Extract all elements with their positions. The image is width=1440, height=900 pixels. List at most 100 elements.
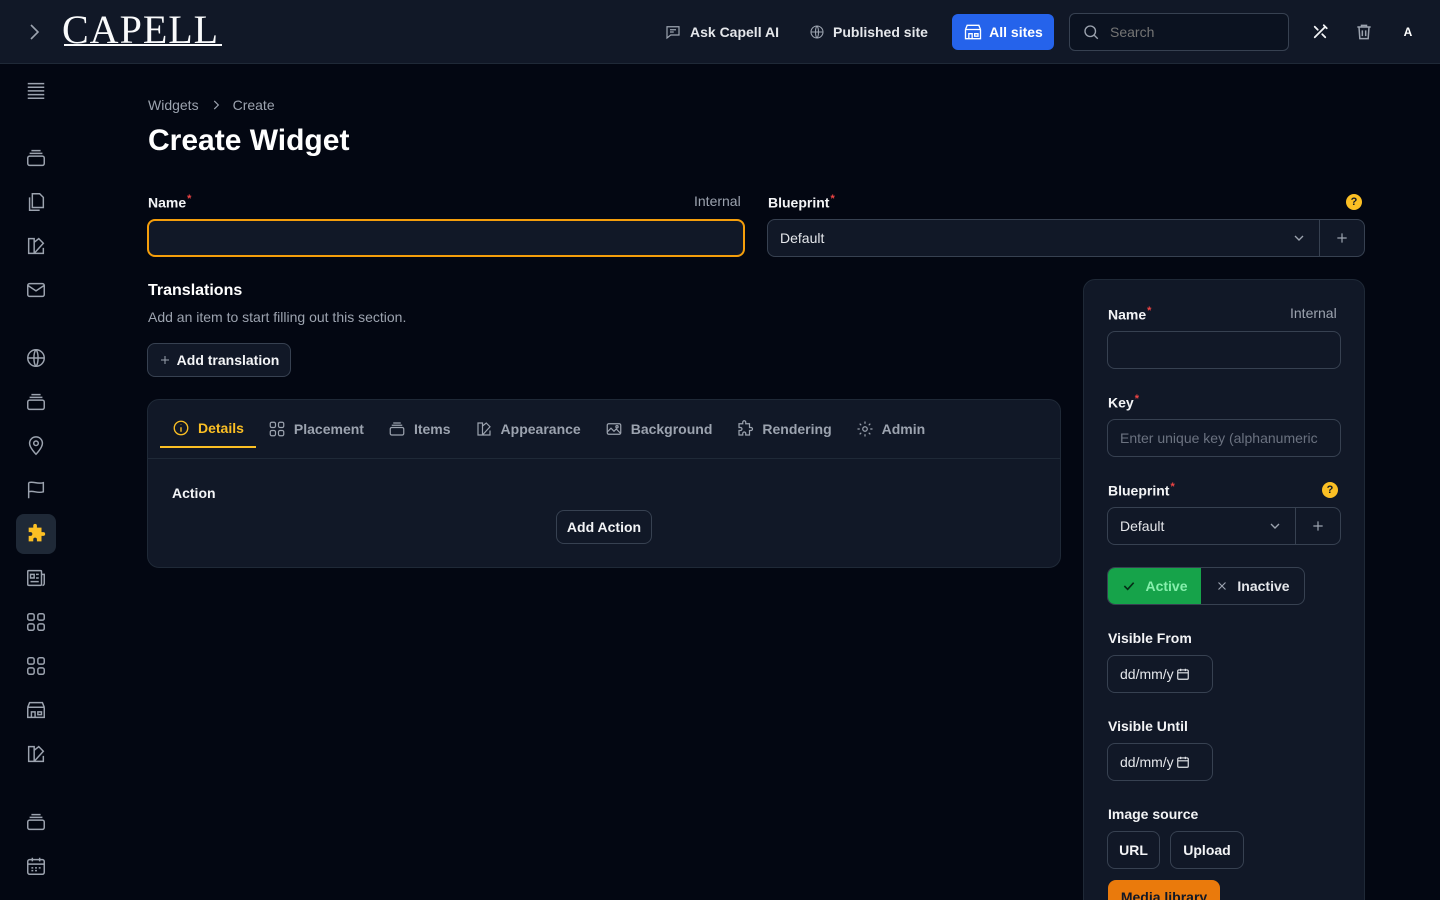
add-blueprint-button[interactable] bbox=[1295, 508, 1340, 544]
chevron-right-icon[interactable] bbox=[22, 20, 46, 44]
stack-icon[interactable] bbox=[16, 802, 56, 842]
map-pin-icon[interactable] bbox=[16, 426, 56, 466]
panel-name-input[interactable] bbox=[1107, 331, 1341, 369]
grid-icon[interactable] bbox=[16, 646, 56, 686]
date-placeholder: dd/mm/y bbox=[1120, 666, 1174, 682]
all-sites-button[interactable]: All sites bbox=[952, 14, 1054, 50]
tools-icon[interactable] bbox=[1308, 20, 1332, 44]
stack-icon[interactable] bbox=[16, 138, 56, 178]
tab-placement[interactable]: Placement bbox=[256, 410, 376, 448]
key-input[interactable] bbox=[1107, 419, 1341, 457]
name-input[interactable] bbox=[147, 219, 745, 257]
tab-label: Admin bbox=[881, 421, 926, 437]
active-label: Active bbox=[1145, 578, 1188, 594]
tab-details[interactable]: Details bbox=[160, 410, 256, 448]
tab-label: Details bbox=[198, 420, 244, 436]
puzzle-icon bbox=[736, 420, 754, 438]
trash-icon[interactable] bbox=[1352, 20, 1376, 44]
close-icon bbox=[1215, 579, 1229, 593]
visible-from-label: Visible From bbox=[1108, 630, 1192, 646]
tab-items[interactable]: Items bbox=[376, 410, 463, 448]
visible-until-label: Visible Until bbox=[1108, 718, 1188, 734]
tab-background[interactable]: Background bbox=[593, 410, 725, 448]
tab-divider bbox=[148, 458, 1060, 459]
panel-blueprint-value: Default bbox=[1120, 518, 1165, 534]
sidebar bbox=[0, 65, 72, 900]
menu-lines-icon[interactable] bbox=[16, 70, 56, 110]
documents-icon[interactable] bbox=[16, 182, 56, 222]
search-icon bbox=[1082, 23, 1100, 41]
grid-icon[interactable] bbox=[16, 602, 56, 642]
breadcrumb: Widgets Create bbox=[148, 97, 275, 113]
add-blueprint-button[interactable] bbox=[1319, 220, 1364, 256]
puzzle-icon[interactable] bbox=[16, 514, 56, 554]
key-label: Key* bbox=[1108, 393, 1139, 411]
newspaper-icon[interactable] bbox=[16, 558, 56, 598]
globe-icon bbox=[809, 24, 825, 40]
blueprint-select[interactable]: Default bbox=[767, 219, 1365, 257]
date-placeholder: dd/mm/y bbox=[1120, 754, 1174, 770]
storefront-icon[interactable] bbox=[16, 690, 56, 730]
calendar-icon[interactable] bbox=[16, 846, 56, 886]
swatch-icon[interactable] bbox=[16, 226, 56, 266]
blueprint-field-label: Blueprint* bbox=[768, 193, 835, 211]
envelope-icon[interactable] bbox=[16, 270, 56, 310]
translations-title: Translations bbox=[148, 282, 243, 299]
breadcrumb-widgets[interactable]: Widgets bbox=[148, 97, 199, 113]
add-action-button[interactable]: Add Action bbox=[556, 510, 652, 544]
name-field-hint: Internal bbox=[694, 193, 741, 209]
name-field-label: Name* bbox=[148, 193, 192, 211]
swatch-icon[interactable] bbox=[16, 734, 56, 774]
active-option[interactable]: Active bbox=[1108, 568, 1201, 604]
visible-until-input[interactable]: dd/mm/y bbox=[1107, 743, 1213, 781]
url-button[interactable]: URL bbox=[1107, 831, 1160, 869]
chevron-right-icon bbox=[209, 98, 223, 112]
published-site-label: Published site bbox=[833, 24, 928, 40]
search-input[interactable] bbox=[1110, 24, 1270, 40]
tab-label: Appearance bbox=[500, 421, 581, 437]
inactive-option[interactable]: Inactive bbox=[1201, 568, 1304, 604]
upload-button[interactable]: Upload bbox=[1170, 831, 1244, 869]
tab-rendering[interactable]: Rendering bbox=[724, 410, 843, 448]
image-source-label: Image source bbox=[1108, 806, 1199, 822]
logo-underline bbox=[64, 44, 222, 46]
panel-blueprint-select[interactable]: Default bbox=[1107, 507, 1341, 545]
search-box[interactable] bbox=[1069, 13, 1289, 51]
tab-label: Background bbox=[630, 421, 713, 437]
panel-name-label: Name* bbox=[1108, 305, 1152, 323]
upload-label: Upload bbox=[1183, 842, 1231, 858]
tab-admin[interactable]: Admin bbox=[844, 410, 938, 448]
tab-appearance[interactable]: Appearance bbox=[463, 410, 593, 448]
add-action-label: Add Action bbox=[566, 519, 642, 535]
help-icon[interactable]: ? bbox=[1322, 482, 1338, 498]
check-icon bbox=[1121, 578, 1137, 594]
tab-bar: Details Placement Items Appearance Backg… bbox=[160, 410, 937, 448]
tab-label: Placement bbox=[293, 421, 364, 437]
tab-label: Rendering bbox=[762, 421, 832, 437]
visible-from-input[interactable]: dd/mm/y bbox=[1107, 655, 1213, 693]
inactive-label: Inactive bbox=[1237, 578, 1290, 594]
translations-description: Add an item to start filling out this se… bbox=[148, 309, 407, 325]
status-toggle: Active Inactive bbox=[1107, 567, 1305, 605]
add-translation-button[interactable]: Add translation bbox=[147, 343, 291, 377]
help-icon[interactable]: ? bbox=[1346, 194, 1362, 210]
chevron-down-icon bbox=[1255, 518, 1295, 534]
stack-icon bbox=[388, 420, 406, 438]
calendar-icon[interactable] bbox=[1176, 755, 1190, 769]
ask-ai-button[interactable]: Ask Capell AI bbox=[664, 18, 779, 46]
top-bar: CAPELL Ask Capell AI Published site All … bbox=[0, 0, 1440, 64]
media-library-button[interactable]: Media library bbox=[1108, 880, 1220, 900]
image-icon bbox=[605, 420, 623, 438]
action-label: Action bbox=[172, 485, 216, 501]
ask-ai-label: Ask Capell AI bbox=[690, 24, 779, 40]
storefront-icon bbox=[963, 22, 983, 42]
globe-icon[interactable] bbox=[16, 338, 56, 378]
stack-icon[interactable] bbox=[16, 382, 56, 422]
add-translation-label: Add translation bbox=[176, 352, 280, 368]
calendar-icon[interactable] bbox=[1176, 667, 1190, 681]
url-label: URL bbox=[1119, 842, 1148, 858]
user-avatar[interactable]: A bbox=[1396, 20, 1420, 44]
all-sites-label: All sites bbox=[989, 24, 1043, 40]
flag-icon[interactable] bbox=[16, 470, 56, 510]
published-site-link[interactable]: Published site bbox=[809, 18, 928, 46]
